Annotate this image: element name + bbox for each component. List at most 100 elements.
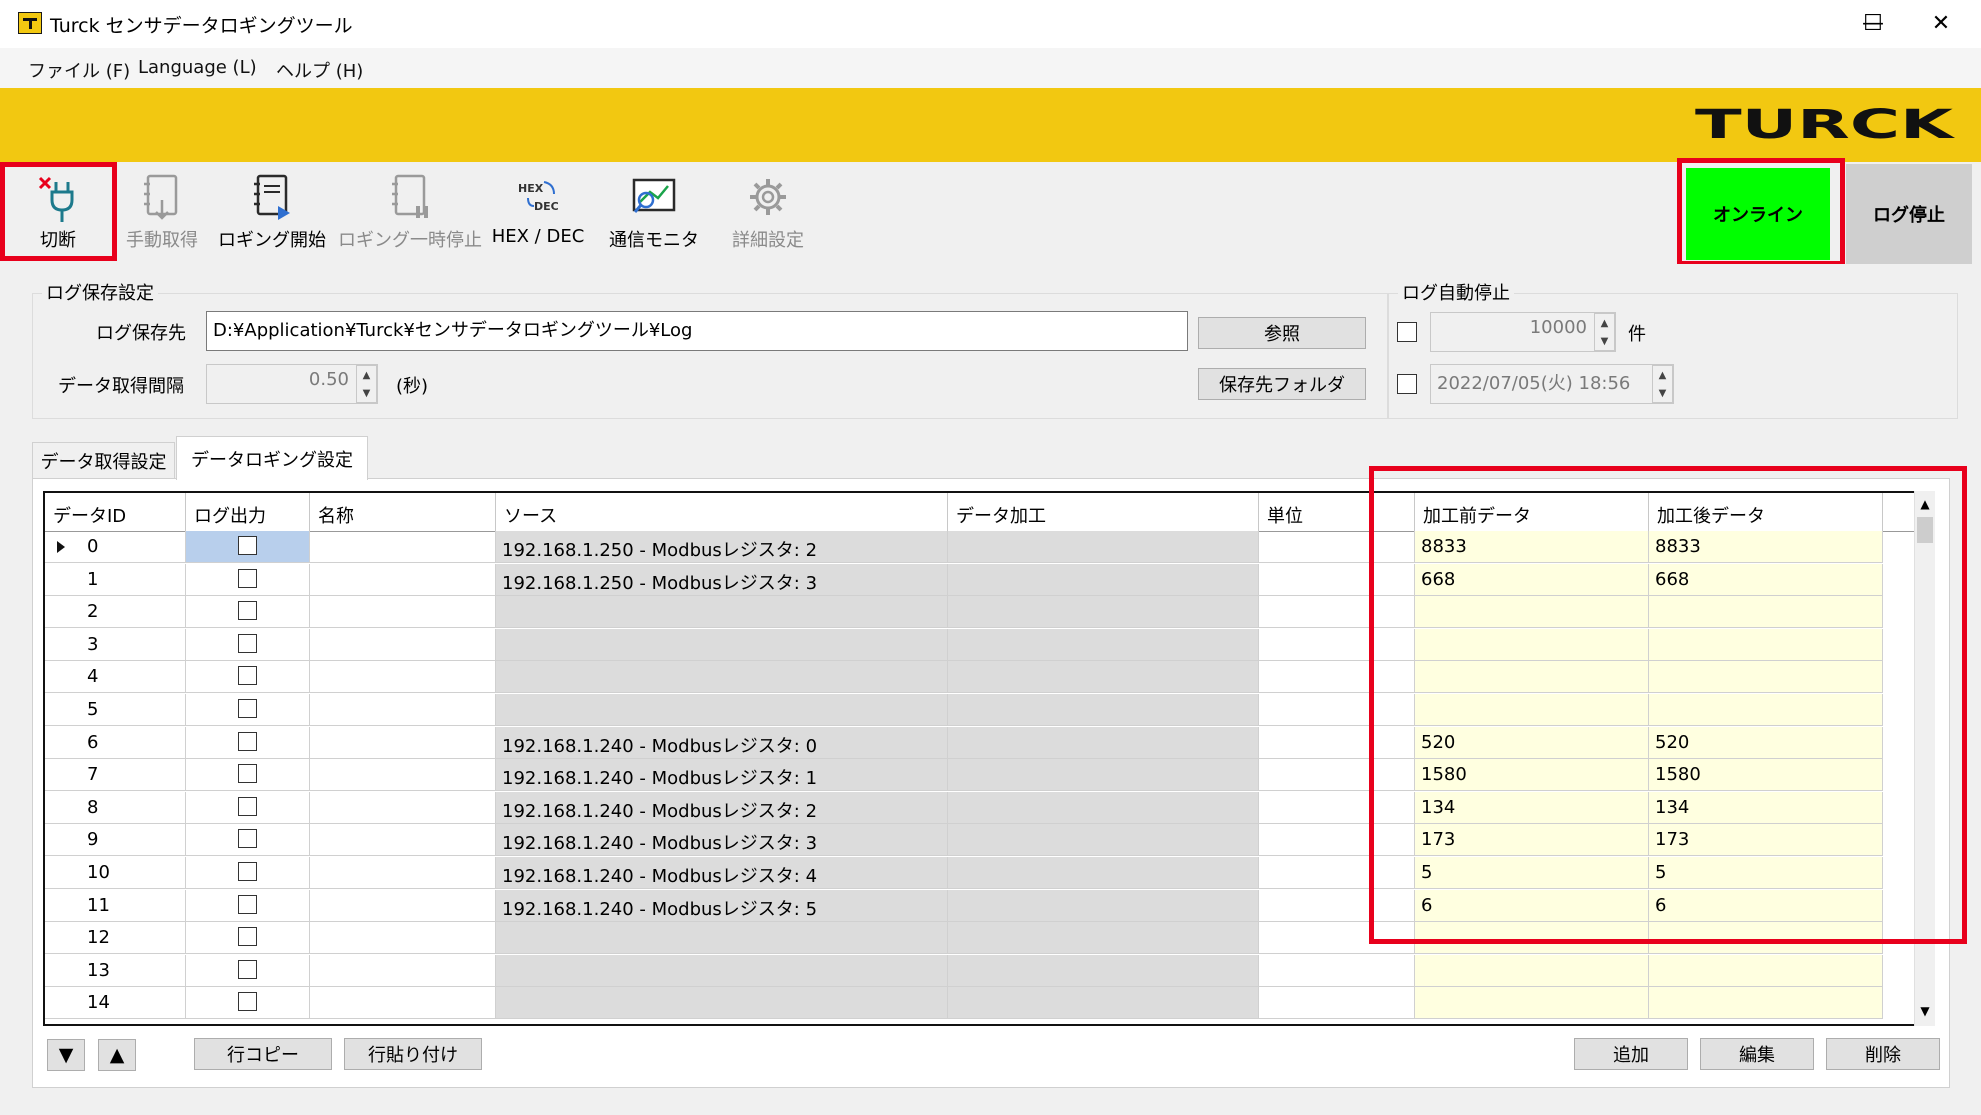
log-output-checkbox[interactable]	[238, 633, 257, 653]
cell-id[interactable]: 4	[45, 661, 186, 694]
tab-data-acquisition[interactable]: データ取得設定	[32, 442, 175, 478]
log-output-checkbox[interactable]	[238, 796, 257, 816]
cell-name[interactable]	[310, 987, 496, 1020]
cell-processing[interactable]	[948, 661, 1259, 694]
log-output-checkbox[interactable]	[238, 959, 257, 979]
cell-log-output[interactable]	[186, 791, 310, 824]
cell-log-output[interactable]	[186, 889, 310, 922]
cell-unit[interactable]	[1259, 954, 1415, 987]
cell-name[interactable]	[310, 531, 496, 563]
cell-name[interactable]	[310, 889, 496, 922]
cell-name[interactable]	[310, 759, 496, 792]
cell-id[interactable]: 7	[45, 759, 186, 792]
move-up-button[interactable]: ▲	[98, 1039, 136, 1071]
cell-name[interactable]	[310, 922, 496, 955]
cell-name[interactable]	[310, 628, 496, 661]
cell-name[interactable]	[310, 563, 496, 596]
cell-processing[interactable]	[948, 596, 1259, 629]
cell-name[interactable]	[310, 857, 496, 889]
browse-button[interactable]: 参照	[1198, 317, 1366, 349]
tab-data-logging[interactable]: データロギング設定	[176, 436, 368, 480]
cell-processing[interactable]	[948, 922, 1259, 955]
col-log-output[interactable]: ログ出力	[186, 493, 310, 531]
cell-log-output[interactable]	[186, 694, 310, 726]
interval-spinner[interactable]: ▲ ▼	[356, 365, 377, 403]
disconnect-button[interactable]: 切断	[20, 170, 96, 260]
cell-log-output[interactable]	[186, 661, 310, 694]
log-output-checkbox[interactable]	[238, 829, 257, 849]
log-output-checkbox[interactable]	[238, 894, 257, 914]
cell-processing[interactable]	[948, 889, 1259, 922]
cell-source[interactable]	[496, 954, 948, 987]
cell-processing[interactable]	[948, 987, 1259, 1020]
scroll-down-icon[interactable]: ▼	[1917, 1000, 1933, 1022]
log-output-checkbox[interactable]	[238, 568, 257, 588]
col-processing[interactable]: データ加工	[948, 493, 1259, 531]
window-minimize[interactable]	[1768, 0, 1838, 46]
cell-processing[interactable]	[948, 759, 1259, 792]
log-output-checkbox[interactable]	[238, 764, 257, 784]
auto-stop-count-input[interactable]: 10000	[1430, 312, 1616, 352]
menu-file[interactable]: ファイル (F)	[28, 57, 130, 83]
log-path-input[interactable]: D:¥Application¥Turck¥センサデータロギングツール¥Log	[206, 311, 1188, 351]
cell-log-output[interactable]	[186, 726, 310, 759]
cell-before[interactable]	[1415, 987, 1649, 1020]
interval-input[interactable]: 0.50	[206, 364, 378, 404]
cell-name[interactable]	[310, 726, 496, 759]
cell-log-output[interactable]	[186, 954, 310, 987]
save-folder-button[interactable]: 保存先フォルダ	[1198, 368, 1366, 400]
cell-id[interactable]: 5	[45, 694, 186, 726]
log-output-checkbox[interactable]	[238, 536, 257, 555]
menu-help[interactable]: ヘルプ (H)	[276, 57, 363, 83]
cell-name[interactable]	[310, 596, 496, 629]
cell-log-output[interactable]	[186, 563, 310, 596]
cell-after[interactable]	[1649, 954, 1883, 987]
cell-processing[interactable]	[948, 531, 1259, 563]
cell-processing[interactable]	[948, 726, 1259, 759]
auto-stop-datetime-spinner[interactable]: ▲ ▼	[1652, 365, 1673, 403]
cell-log-output[interactable]	[186, 628, 310, 661]
cell-after[interactable]	[1649, 987, 1883, 1020]
cell-name[interactable]	[310, 694, 496, 726]
cell-id[interactable]: 10	[45, 857, 186, 889]
cell-id[interactable]: 12	[45, 922, 186, 955]
cell-id[interactable]: 6	[45, 726, 186, 759]
log-stop-button[interactable]: ログ停止	[1846, 164, 1972, 264]
log-output-checkbox[interactable]	[238, 601, 257, 621]
cell-name[interactable]	[310, 661, 496, 694]
cell-processing[interactable]	[948, 857, 1259, 889]
log-output-checkbox[interactable]	[238, 699, 257, 718]
cell-name[interactable]	[310, 824, 496, 857]
cell-name[interactable]	[310, 791, 496, 824]
window-maximize[interactable]: ☐	[1838, 0, 1908, 46]
log-output-checkbox[interactable]	[238, 992, 257, 1012]
edit-button[interactable]: 編集	[1700, 1038, 1814, 1070]
cell-processing[interactable]	[948, 563, 1259, 596]
cell-log-output[interactable]	[186, 922, 310, 955]
cell-processing[interactable]	[948, 694, 1259, 726]
menu-language[interactable]: Language (L)	[138, 57, 257, 78]
move-down-button[interactable]: ▼	[47, 1039, 85, 1071]
cell-log-output[interactable]	[186, 531, 310, 563]
cell-id[interactable]: 9	[45, 824, 186, 857]
cell-log-output[interactable]	[186, 987, 310, 1020]
delete-button[interactable]: 削除	[1826, 1038, 1940, 1070]
cell-source[interactable]	[496, 987, 948, 1020]
cell-source[interactable]	[496, 596, 948, 629]
start-logging-button[interactable]: ロギング開始	[218, 170, 326, 260]
log-output-checkbox[interactable]	[238, 666, 257, 686]
hexdec-button[interactable]: HEX DEC HEX / DEC	[490, 170, 586, 260]
auto-stop-count-spinner[interactable]: ▲ ▼	[1594, 313, 1615, 351]
cell-unit[interactable]	[1259, 987, 1415, 1020]
row-copy-button[interactable]: 行コピー	[194, 1038, 332, 1070]
auto-stop-count-checkbox[interactable]	[1397, 322, 1417, 342]
online-status-button[interactable]: オンライン	[1686, 168, 1830, 260]
cell-log-output[interactable]	[186, 857, 310, 889]
cell-source[interactable]	[496, 922, 948, 955]
cell-source[interactable]	[496, 628, 948, 661]
cell-log-output[interactable]	[186, 596, 310, 629]
cell-name[interactable]	[310, 954, 496, 987]
cell-log-output[interactable]	[186, 824, 310, 857]
cell-log-output[interactable]	[186, 759, 310, 792]
cell-id[interactable]: 8	[45, 791, 186, 824]
